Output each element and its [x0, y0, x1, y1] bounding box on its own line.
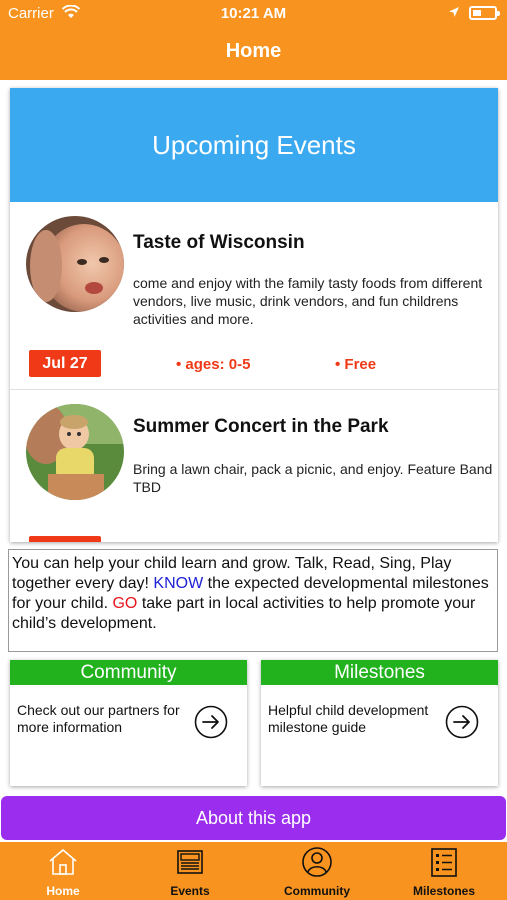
newspaper-icon	[177, 850, 203, 874]
tab-label: Community	[284, 884, 350, 898]
tab-label: Milestones	[412, 884, 475, 898]
nav-header: Carrier 10:21 AM Home	[0, 0, 507, 80]
tab-milestones[interactable]: Milestones	[381, 842, 507, 900]
event-name: Summer Concert in the Park	[133, 416, 389, 437]
milestones-tile-title: Milestones	[261, 660, 498, 685]
milestones-tile[interactable]: Milestones Helpful child development mil…	[261, 660, 498, 786]
event-date-badge: Jul 27	[29, 350, 101, 377]
tab-community[interactable]: Community	[254, 842, 380, 900]
community-tile-title: Community	[10, 660, 247, 685]
events-banner: Upcoming Events	[10, 88, 498, 202]
status-bar: Carrier 10:21 AM	[0, 0, 507, 28]
upcoming-events-card: Upcoming Events Taste of Wisconsin come …	[10, 88, 498, 542]
event-description: Bring a lawn chair, pack a picnic, and e…	[133, 461, 493, 495]
event-ages: • ages: 0-5	[176, 356, 251, 373]
milestones-tile-text: Helpful child development milestone guid…	[268, 702, 429, 735]
home-icon	[49, 849, 77, 875]
arrow-right-circle-icon[interactable]	[194, 705, 228, 739]
event-item[interactable]: Summer Concert in the Park Bring a lawn …	[10, 390, 498, 542]
person-icon	[302, 847, 332, 877]
event-date-badge	[29, 536, 101, 542]
checklist-icon	[431, 848, 457, 877]
page-title: Home	[225, 40, 282, 62]
tab-bar: Home Events Community Milestones	[0, 842, 507, 900]
location-arrow-icon	[449, 7, 459, 17]
event-item[interactable]: Taste of Wisconsin come and enjoy with t…	[10, 202, 498, 390]
community-tile-text: Check out our partners for more informat…	[17, 702, 180, 735]
community-tile[interactable]: Community Check out our partners for mor…	[10, 660, 247, 786]
info-text-box: You can help your child learn and grow. …	[8, 549, 498, 652]
battery-icon	[469, 6, 500, 20]
tab-home[interactable]: Home	[0, 842, 126, 900]
event-cost: • Free	[335, 356, 377, 373]
event-description: come and enjoy with the family tasty foo…	[133, 275, 483, 327]
info-go-highlight: GO	[112, 595, 138, 612]
tab-label: Events	[170, 884, 210, 898]
arrow-right-circle-icon[interactable]	[445, 705, 479, 739]
tab-label: Home	[46, 884, 80, 898]
about-app-button[interactable]: About this app	[1, 796, 506, 840]
status-time: 10:21 AM	[220, 5, 287, 22]
event-photo	[26, 404, 124, 500]
info-know-highlight: KNOW	[153, 575, 204, 592]
event-name: Taste of Wisconsin	[133, 232, 305, 253]
tab-events[interactable]: Events	[127, 842, 253, 900]
event-photo	[26, 216, 124, 312]
events-banner-title: Upcoming Events	[152, 129, 356, 160]
